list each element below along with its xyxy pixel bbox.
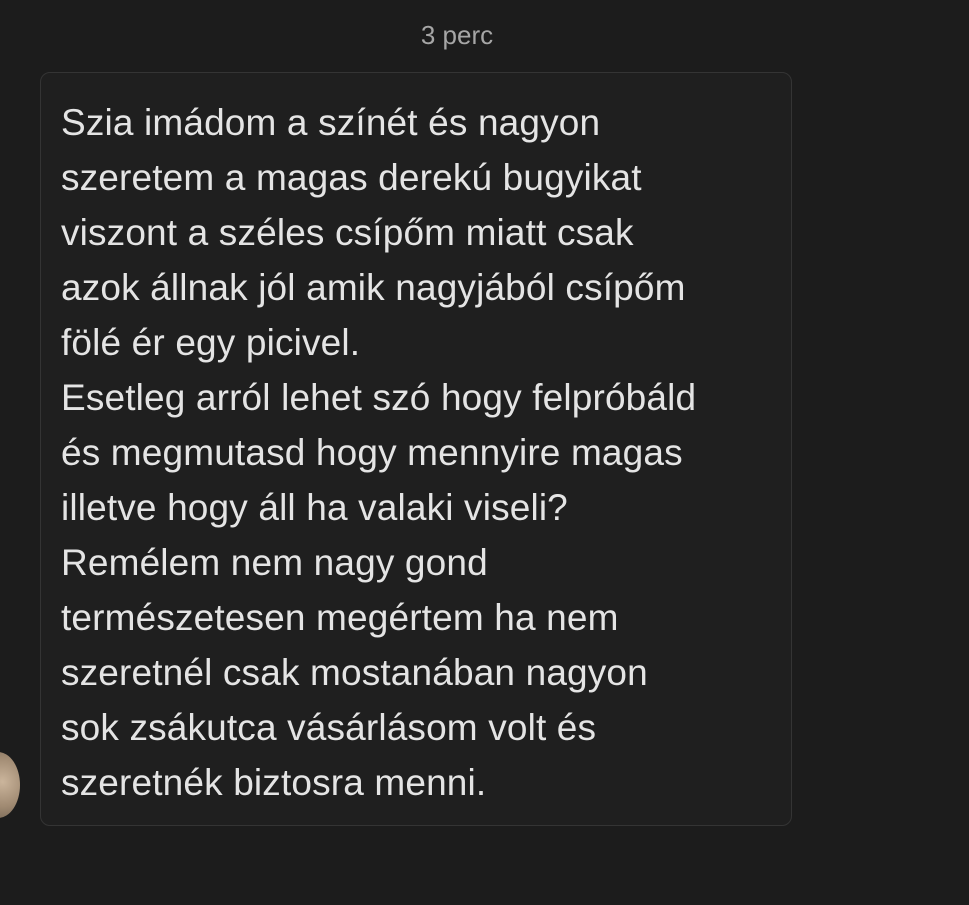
message-bubble[interactable]: Szia imádom a színét és nagyon szeretem … xyxy=(40,72,792,826)
message-text: Szia imádom a színét és nagyon szeretem … xyxy=(61,95,696,810)
message-line: azok állnak jól amik nagyjából csípőm xyxy=(61,267,686,308)
message-line: szeretnék biztosra menni. xyxy=(61,762,487,803)
message-timestamp: 3 perc xyxy=(420,20,494,50)
message-line: sok zsákutca vásárlásom volt és xyxy=(61,707,597,748)
message-line: szeretnél csak mostanában nagyon xyxy=(61,652,648,693)
message-line: illetve hogy áll ha valaki viseli? xyxy=(61,487,568,528)
message-line: Szia imádom a színét és nagyon xyxy=(61,102,601,143)
sender-avatar[interactable] xyxy=(0,752,20,818)
message-line: fölé ér egy picivel. xyxy=(61,322,361,363)
message-line: viszont a széles csípőm miatt csak xyxy=(61,212,634,253)
message-line: Esetleg arról lehet szó hogy felpróbáld xyxy=(61,377,697,418)
message-line: és megmutasd hogy mennyire magas xyxy=(61,432,683,473)
message-line: Remélem nem nagy gond xyxy=(61,542,488,583)
message-line: szeretem a magas derekú bugyikat xyxy=(61,157,642,198)
message-line: természetesen megértem ha nem xyxy=(61,597,619,638)
